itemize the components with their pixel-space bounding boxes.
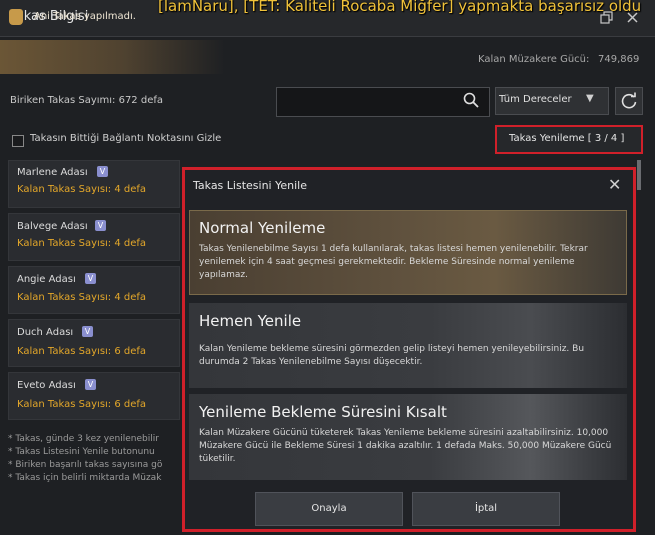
system-message: [lamNaru], [TET: Kaliteli Rocaba Miğfer]… [158,0,642,15]
grade-v-icon: V [95,220,106,231]
scrollbar[interactable] [637,160,641,190]
island-name: Angie Adası [17,274,76,285]
hide-finished-label: Takasın Bittiği Bağlantı Noktasını Gizle [30,133,222,144]
close-icon[interactable]: ✕ [608,175,621,194]
footnote: * Takas için belirli miktarda Müzak [8,473,162,483]
grade-v-icon: V [82,326,93,337]
island-name: Duch Adası [17,327,74,338]
search-icon[interactable] [463,92,479,108]
island-name: Balvege Adası [17,221,88,232]
island-name: Eveto Adası [17,380,76,391]
refresh-icon [621,92,637,109]
notice-bar [0,40,225,74]
negotiation-power-label: Kalan Müzakere Gücü: [478,54,590,65]
option-description: Kalan Yenileme bekleme süresini görmezde… [199,344,585,367]
bag-icon [9,9,23,25]
restore-window-icon[interactable] [599,11,613,25]
option-description: Kalan Müzakere Gücünü tüketerek Takas Ye… [199,428,612,464]
island-remaining-count: Kalan Takas Sayısı: 6 defa [17,346,147,357]
footnote: * Takas, günde 3 kez yenilenebilir [8,434,159,444]
island-remaining-count: Kalan Takas Sayısı: 6 defa [17,399,147,410]
confirm-button[interactable]: Onayla [255,492,403,526]
option-title: Yenileme Bekleme Süresini Kısalt [199,403,447,421]
island-name: Marlene Adası [17,167,88,178]
close-window-icon[interactable] [625,11,639,25]
hide-finished-checkbox[interactable] [12,135,24,147]
option-description: Takas Yenilenebilme Sayısı 1 defa kullan… [199,244,588,280]
chevron-down-icon: ▼ [586,93,594,104]
modal-title: Takas Listesini Yenile [193,179,307,192]
island-remaining-count: Kalan Takas Sayısı: 4 defa [17,238,147,249]
island-remaining-count: Kalan Takas Sayısı: 4 defa [17,292,147,303]
island-remaining-count: Kalan Takas Sayısı: 4 defa [17,184,147,195]
negotiation-power-value: 749,869 [598,54,640,65]
grade-v-icon: V [85,379,96,390]
grade-v-icon: V [97,166,108,177]
grade-filter-value: Tüm Dereceler [499,94,572,105]
grade-v-icon: V [85,273,96,284]
option-title: Normal Yenileme [199,219,326,237]
trade-refresh-tab-label: Takas Yenileme [ 3 / 4 ] [509,133,625,144]
option-title: Hemen Yenile [199,312,302,330]
footnote: * Takas Listesini Yenile butonunu [8,447,155,457]
search-input[interactable] [276,87,490,117]
trade-count-label: Biriken Takas Sayımı: 672 defa [10,95,163,106]
footnote: * Biriken başarılı takas sayısına gö [8,460,163,470]
refresh-button[interactable] [615,87,643,115]
notice-text: Ani Takas yapılmadı. [34,11,136,22]
cancel-button[interactable]: İptal [412,492,560,526]
